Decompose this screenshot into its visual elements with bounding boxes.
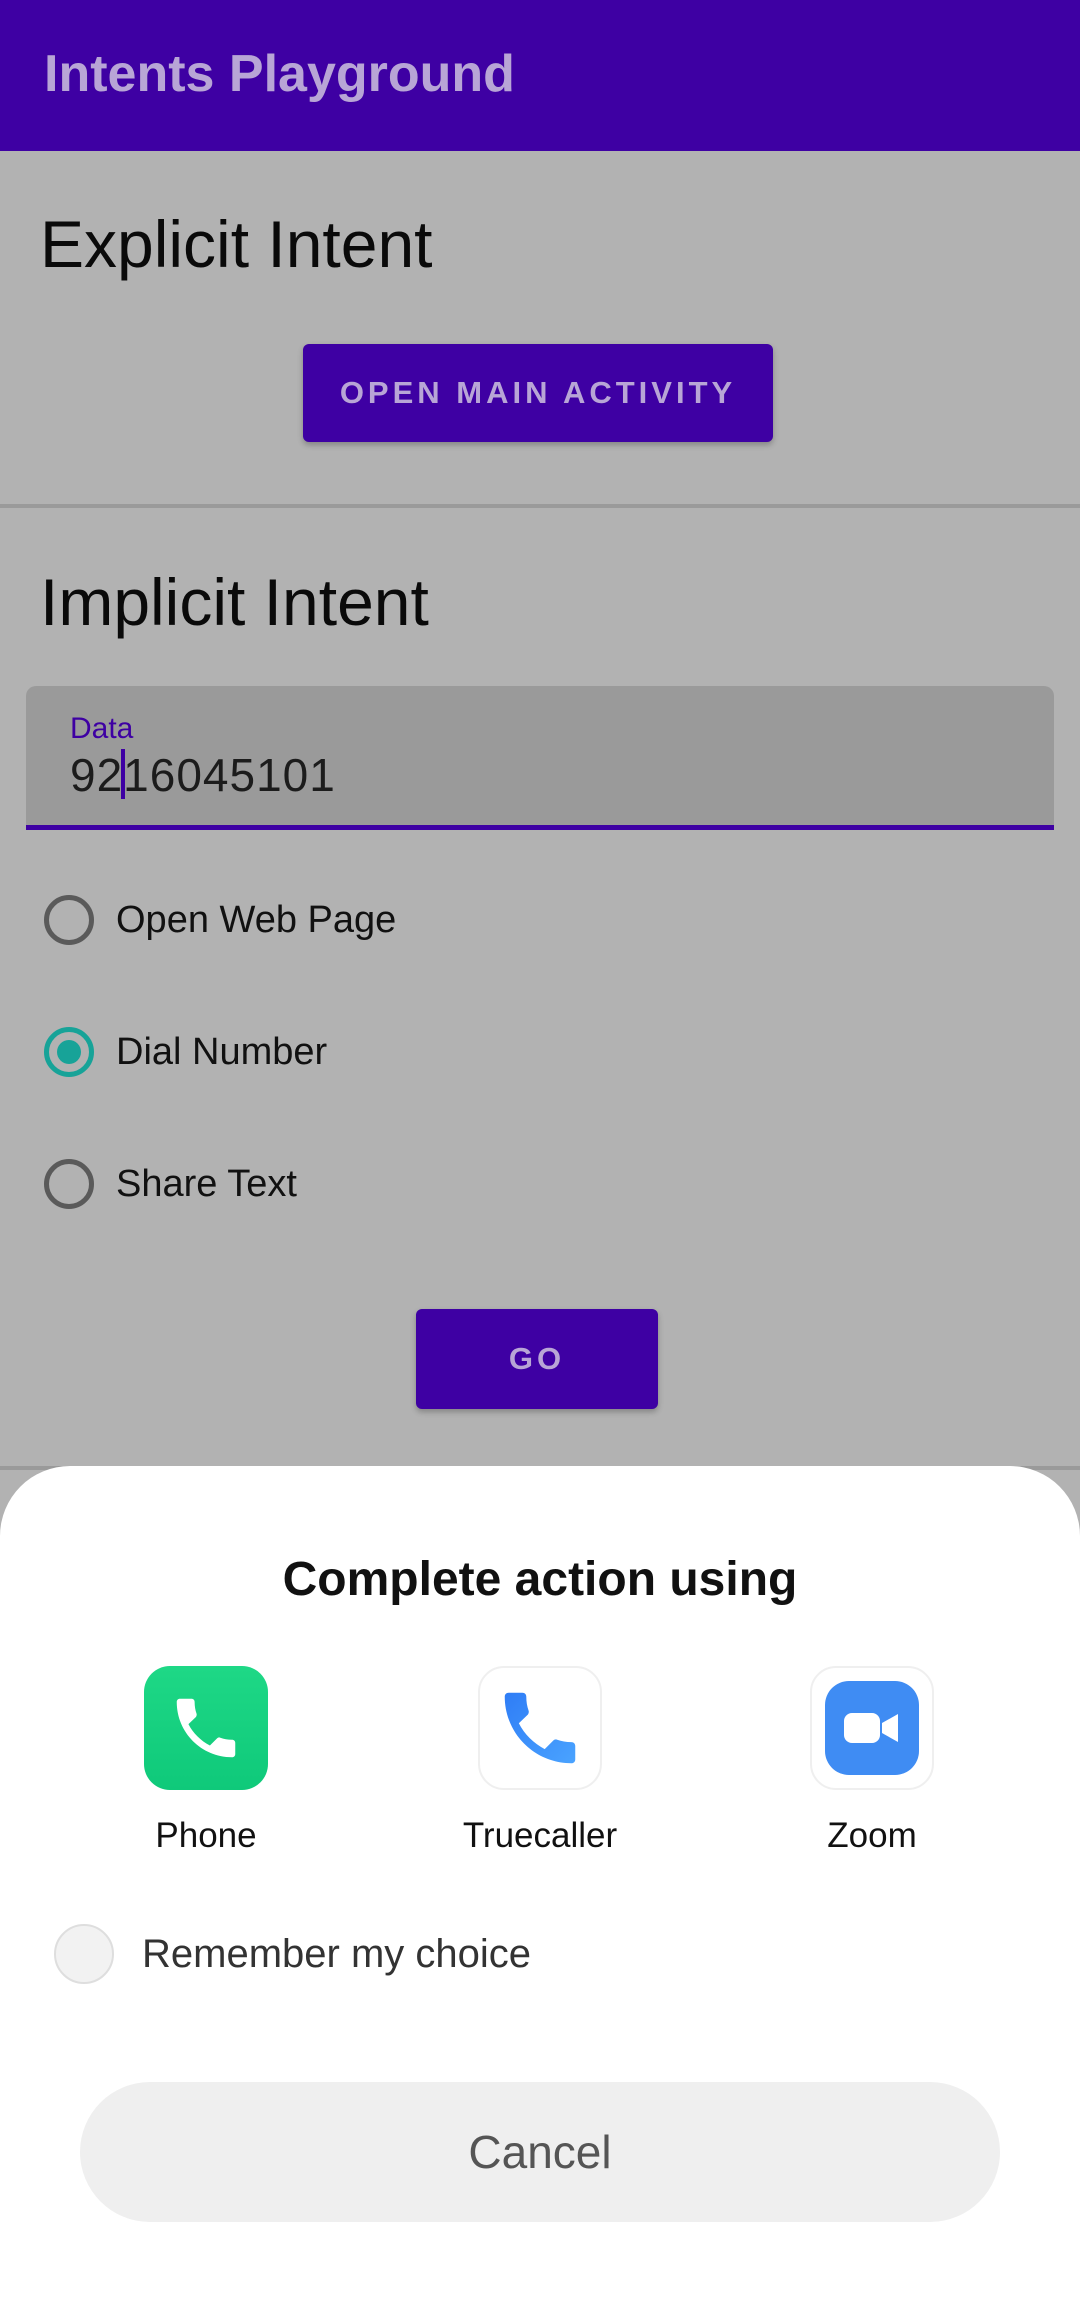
radio-button-unchecked-icon[interactable] xyxy=(44,1159,94,1209)
explicit-intent-title: Explicit Intent xyxy=(40,207,433,281)
radio-open-web-page[interactable]: Open Web Page xyxy=(44,890,396,950)
radio-dial-number[interactable]: Dial Number xyxy=(44,1022,327,1082)
cancel-button[interactable]: Cancel xyxy=(80,2082,1000,2222)
radio-label: Share Text xyxy=(116,1162,297,1205)
remember-my-choice[interactable]: Remember my choice xyxy=(54,1924,531,1984)
chooser-bottom-sheet: Complete action using Phone Truecaller Z… xyxy=(0,1466,1080,2302)
truecaller-icon[interactable] xyxy=(478,1666,602,1790)
radio-button-unchecked-icon[interactable] xyxy=(44,895,94,945)
data-value-start: 92 xyxy=(70,749,124,801)
app-option-truecaller[interactable]: Truecaller xyxy=(420,1666,660,1856)
zoom-camera-icon xyxy=(825,1681,919,1775)
radio-share-text[interactable]: Share Text xyxy=(44,1154,297,1214)
data-field-value[interactable]: 9216045101 xyxy=(70,748,336,802)
radio-label: Open Web Page xyxy=(116,898,397,941)
app-title: Intents Playground xyxy=(44,45,515,103)
app-label-zoom: Zoom xyxy=(827,1816,917,1855)
app-bar: Intents Playground xyxy=(0,0,1080,151)
open-main-activity-button[interactable]: OPEN MAIN ACTIVITY xyxy=(303,344,773,442)
data-input-field[interactable]: Data 9216045101 xyxy=(26,686,1054,830)
app-option-phone[interactable]: Phone xyxy=(86,1666,326,1856)
data-value-end: 16045101 xyxy=(123,749,336,801)
remember-label: Remember my choice xyxy=(142,1931,532,1976)
implicit-intent-title: Implicit Intent xyxy=(40,565,429,639)
go-button[interactable]: GO xyxy=(416,1309,658,1409)
zoom-icon[interactable] xyxy=(810,1666,934,1790)
chooser-title: Complete action using xyxy=(282,1553,798,1606)
app-label-truecaller: Truecaller xyxy=(462,1816,618,1855)
radio-button-checked-icon[interactable] xyxy=(44,1027,94,1077)
app-option-zoom[interactable]: Zoom xyxy=(752,1666,992,1856)
app-label-phone: Phone xyxy=(155,1816,257,1855)
section-divider xyxy=(0,504,1080,508)
radio-label: Dial Number xyxy=(116,1030,328,1073)
data-field-label: Data xyxy=(70,712,134,745)
remember-checkbox[interactable] xyxy=(54,1924,114,1984)
phone-icon[interactable] xyxy=(144,1666,268,1790)
